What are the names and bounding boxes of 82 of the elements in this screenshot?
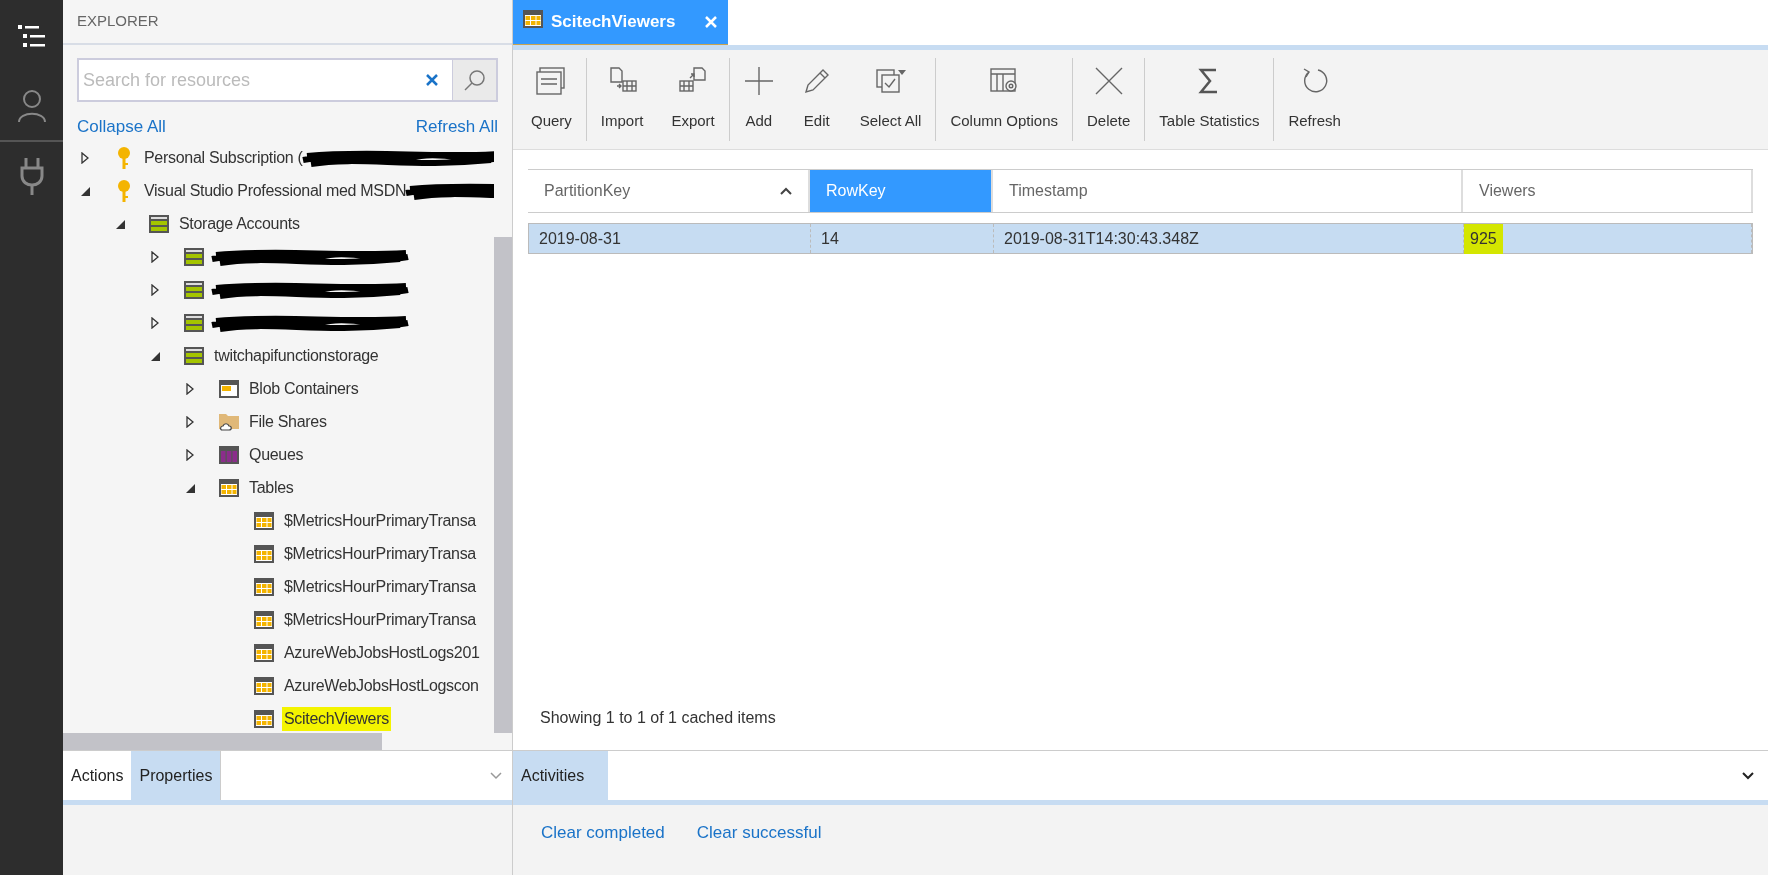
- table-icon: [523, 9, 543, 28]
- storage-icon: [183, 281, 204, 299]
- toolbar-button[interactable]: Query: [517, 50, 586, 149]
- queue-icon: [218, 446, 239, 464]
- expanded-arrow-icon[interactable]: [116, 219, 125, 229]
- tree-item[interactable]: $MetricsHourPrimaryTransa: [282, 608, 478, 632]
- chevron-down-icon[interactable]: [1742, 771, 1754, 780]
- table-icon: [253, 512, 274, 530]
- toolbar-button[interactable]: Column Options: [936, 50, 1072, 149]
- tree-item[interactable]: $MetricsHourPrimaryTransa: [282, 575, 478, 599]
- close-icon: [1093, 66, 1124, 97]
- table-icon: [253, 644, 274, 662]
- window-stack-icon: [536, 66, 567, 97]
- tree-item[interactable]: File Shares: [247, 410, 329, 434]
- toolbar-button[interactable]: Delete: [1073, 50, 1145, 149]
- tree-item[interactable]: Storage Accounts: [177, 212, 302, 236]
- action-link[interactable]: Clear completed: [541, 820, 665, 846]
- vertical-scrollbar[interactable]: [494, 237, 512, 733]
- table-icon: [253, 677, 274, 695]
- tree-item[interactable]: ScitechViewers: [282, 707, 391, 731]
- search-field[interactable]: Search for resources: [77, 58, 498, 102]
- toolbar-button[interactable]: Refresh: [1274, 50, 1355, 149]
- expanded-arrow-icon[interactable]: [151, 351, 160, 361]
- collapsed-arrow-icon[interactable]: [151, 251, 159, 263]
- toolbar-button[interactable]: Select All: [845, 50, 936, 149]
- table-icon: [253, 545, 274, 563]
- tree-item[interactable]: Queues: [247, 443, 306, 467]
- expanded-arrow-icon[interactable]: [81, 186, 90, 196]
- toolbar-button[interactable]: Import: [586, 50, 658, 149]
- tree-item[interactable]: Blob Containers: [247, 377, 361, 401]
- table-cell-text: 2019-08-31: [539, 228, 621, 249]
- panel-title: EXPLORER: [63, 0, 512, 45]
- table-cell: 925: [1464, 223, 1503, 254]
- key-icon: [116, 146, 131, 170]
- panel-tab[interactable]: Activities: [513, 751, 608, 800]
- panel-tab[interactable]: Properties: [131, 751, 221, 800]
- collapsed-arrow-icon[interactable]: [186, 449, 194, 461]
- table-icon: [218, 479, 239, 497]
- storage-icon: [183, 314, 204, 332]
- table-cell-text: 2019-08-31T14:30:43.348Z: [1004, 228, 1199, 249]
- tree-item[interactable]: AzureWebJobsHostLogscon: [282, 674, 481, 698]
- storage-icon: [183, 347, 204, 365]
- action-link[interactable]: Clear successful: [696, 820, 822, 846]
- collapsed-arrow-icon[interactable]: [151, 317, 159, 329]
- tab-label: ScitechViewers: [551, 11, 677, 34]
- key-icon: [116, 179, 131, 203]
- plus-icon: [743, 66, 774, 97]
- search-input[interactable]: Search for resources: [79, 60, 412, 100]
- horizontal-scrollbar[interactable]: [63, 733, 382, 750]
- collapsed-arrow-icon[interactable]: [151, 284, 159, 296]
- expanded-arrow-icon[interactable]: [186, 483, 195, 493]
- folder-cloud-icon: [218, 412, 239, 432]
- toolbar-button[interactable]: Edit: [787, 50, 846, 149]
- tree-item[interactable]: Tables: [247, 476, 296, 500]
- tree-item[interactable]: AzureWebJobsHostLogs201: [282, 641, 482, 665]
- collapse-all-link[interactable]: Collapse All: [77, 114, 166, 140]
- tree-item[interactable]: Personal Subscription (: [142, 146, 305, 170]
- search-button[interactable]: [452, 60, 496, 100]
- tree-item[interactable]: Visual Studio Professional med MSDN: [142, 179, 409, 203]
- table-icon: [253, 611, 274, 629]
- toolbar-button[interactable]: Export: [657, 50, 729, 149]
- tree-item[interactable]: twitchapifunctionstorage: [212, 344, 381, 368]
- refresh-all-link[interactable]: Refresh All: [415, 114, 498, 140]
- plug-icon[interactable]: [19, 158, 44, 196]
- tree-item[interactable]: $MetricsHourPrimaryTransa: [282, 542, 478, 566]
- toolbar-button[interactable]: Add: [729, 50, 788, 149]
- table-icon: [253, 710, 274, 728]
- collapsed-arrow-icon[interactable]: [186, 416, 194, 428]
- storage-icon: [183, 248, 204, 266]
- table-cell-text: 14: [821, 228, 839, 249]
- toolbar-button[interactable]: Table Statistics: [1145, 50, 1274, 149]
- person-icon[interactable]: [16, 89, 47, 123]
- collapsed-arrow-icon[interactable]: [186, 383, 194, 395]
- sort-up-icon: [780, 187, 792, 195]
- container-icon: [218, 380, 239, 398]
- collapsed-arrow-icon[interactable]: [81, 152, 89, 164]
- table-row[interactable]: 2019-08-31 14 2019-08-31T14:30:43.348Z 925: [528, 223, 1753, 254]
- storage-icon: [148, 215, 169, 233]
- status-text: Showing 1 to 1 of 1 cached items: [540, 708, 777, 728]
- tree-item[interactable]: $MetricsHourPrimaryTransa: [282, 509, 478, 533]
- table-icon: [253, 578, 274, 596]
- close-icon[interactable]: [704, 15, 718, 29]
